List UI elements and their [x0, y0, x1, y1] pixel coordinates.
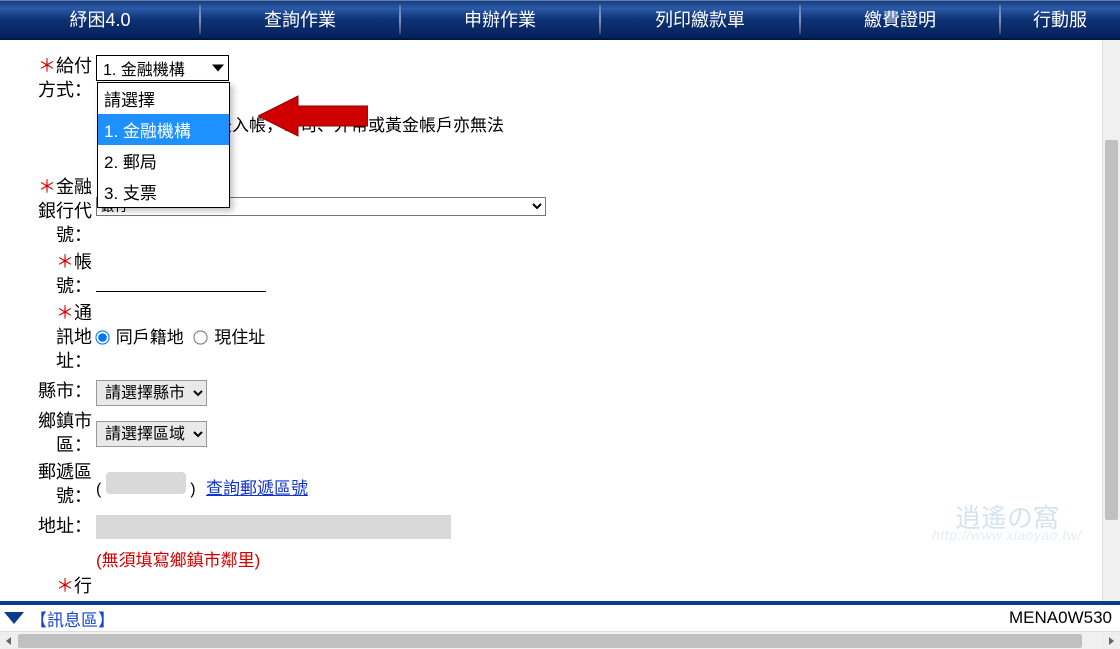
payment-method-select[interactable]: 1. 金融機構 請選擇 1. 金融機構 2. 郵局 3. 支票 — [96, 55, 229, 81]
horizontal-scrollbar-track[interactable] — [18, 634, 1102, 648]
horizontal-scrollbar-thumb[interactable] — [18, 634, 1082, 648]
label-phone-partial: ＊行 — [10, 574, 96, 598]
vertical-scrollbar-thumb[interactable] — [1105, 140, 1118, 520]
payment-method-dropdown: 請選擇 1. 金融機構 2. 郵局 3. 支票 — [97, 82, 230, 208]
vertical-scrollbar[interactable] — [1102, 40, 1120, 601]
nav-item-mobile[interactable]: 行動服 — [1000, 1, 1120, 38]
label-bank-code: ＊金融 銀行代 號： — [10, 175, 96, 247]
nav-item-apply[interactable]: 申辦作業 — [400, 1, 600, 38]
top-nav: 紓困4.0 查詢作業 申辦作業 列印繳款單 繳費證明 行動服 — [0, 0, 1120, 40]
address-input[interactable] — [96, 515, 451, 539]
message-bar: 【訊息區】 MENA0W530 — [0, 605, 1120, 631]
message-area-label: 【訊息區】 — [30, 606, 115, 631]
scroll-right-button[interactable] — [1102, 632, 1120, 649]
chevron-down-icon — [212, 65, 224, 72]
county-select[interactable]: 請選擇縣市 — [96, 380, 207, 406]
payment-method-option[interactable]: 3. 支票 — [98, 176, 229, 207]
town-select[interactable]: 請選擇區域 — [96, 421, 207, 447]
payment-method-selected: 1. 金融機構 — [103, 56, 185, 80]
address-note: (無須填寫鄉鎮市鄰里) — [96, 546, 1102, 571]
zip-lookup-link[interactable]: 查詢郵遞區號 — [206, 479, 308, 498]
zip-input[interactable] — [106, 472, 186, 494]
triangle-down-icon[interactable] — [4, 612, 24, 624]
radio-current-address[interactable]: 現住址 — [194, 328, 265, 347]
nav-item-proof[interactable]: 繳費證明 — [800, 1, 1000, 38]
label-zip: 郵遞區 號： — [10, 460, 96, 508]
label-mailing-address: ＊通 訊地 址： — [10, 301, 96, 373]
radio-same-household[interactable]: 同戶籍地 — [96, 328, 188, 347]
payment-method-option[interactable]: 1. 金融機構 — [98, 114, 229, 145]
label-town: 鄉鎮市 區： — [10, 409, 96, 457]
payment-method-option[interactable]: 請選擇 — [98, 83, 229, 114]
label-county: 縣市： — [10, 379, 96, 403]
radio-current-address-input[interactable] — [194, 330, 208, 344]
scroll-left-button[interactable] — [0, 632, 18, 649]
payment-method-hint: 人」帳戶以免無法入帳，公司、外幣或黃金帳戶亦無法 — [96, 109, 1102, 136]
label-account: ＊帳 號： — [10, 250, 96, 298]
form-scroll[interactable]: ＊給付 方式： 1. 金融機構 請選擇 1. 金融機構 2. 郵局 3. 支票 … — [0, 40, 1102, 601]
nav-item-relief[interactable]: 紓困4.0 — [0, 1, 200, 38]
label-payment-method: ＊給付 方式： — [10, 54, 96, 102]
radio-same-household-input[interactable] — [95, 330, 109, 344]
nav-item-query[interactable]: 查詢作業 — [200, 1, 400, 38]
label-address: 地址： — [10, 514, 96, 538]
account-input[interactable] — [96, 270, 266, 292]
content-area: ＊給付 方式： 1. 金融機構 請選擇 1. 金融機構 2. 郵局 3. 支票 … — [0, 40, 1120, 605]
page-code: MENA0W530 — [1009, 608, 1112, 628]
payment-method-option[interactable]: 2. 郵局 — [98, 145, 229, 176]
nav-item-print[interactable]: 列印繳款單 — [600, 1, 800, 38]
horizontal-scrollbar[interactable] — [0, 631, 1120, 649]
